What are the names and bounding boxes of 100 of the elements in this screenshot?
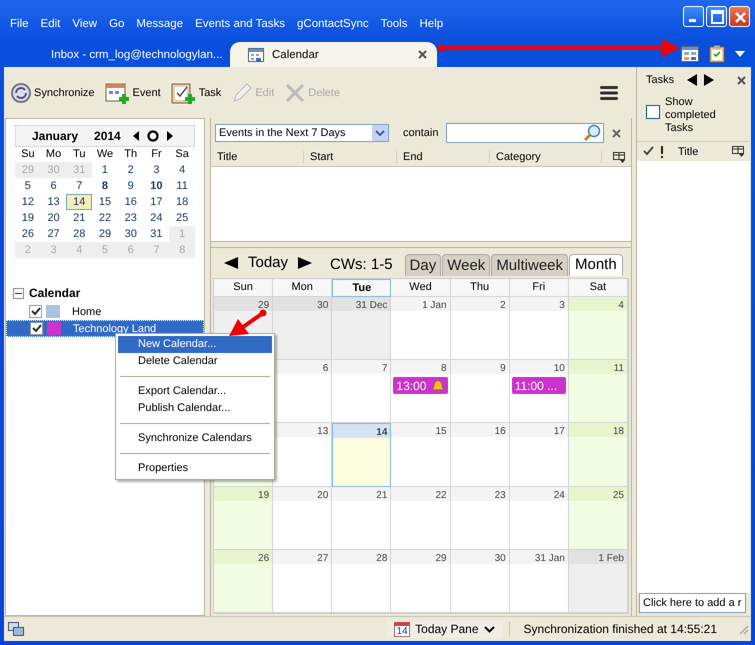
toolbar-button[interactable]: Event [102,80,164,104]
day-cell[interactable]: 24 [510,486,569,550]
day-cell[interactable]: 1 Jan [391,297,451,360]
collapse-icon[interactable] [13,288,24,298]
day-cell[interactable]: 28 [332,550,392,613]
minimize-button[interactable] [683,6,704,27]
today-button[interactable]: Today [244,254,292,271]
calendar-list-item[interactable]: Home [6,303,204,320]
day-cell[interactable]: 17 [510,423,569,487]
date-cell[interactable]: 13 [40,194,66,210]
day-cell[interactable]: 25 [568,486,628,550]
day-cell[interactable]: 19 [214,486,274,550]
column-header[interactable]: Category [490,151,602,163]
date-cell[interactable]: 15 [92,194,118,210]
date-cell[interactable]: 23 [118,210,144,226]
day-cell[interactable]: 30 [450,550,510,613]
calendar-icon[interactable] [681,46,699,62]
close-icon[interactable] [737,76,746,84]
day-cell[interactable]: 20 [273,486,332,550]
menu-item[interactable]: Message [130,18,190,30]
date-cell[interactable]: 20 [40,210,66,226]
day-cell[interactable]: 21 [332,486,392,550]
date-cell[interactable]: 6 [40,178,66,194]
previous-icon[interactable] [132,131,139,141]
date-cell[interactable]: 30 [118,226,144,242]
date-cell[interactable]: 26 [15,226,41,242]
next-icon[interactable] [704,74,714,86]
tab[interactable]: Calendar [230,42,437,67]
day-cell[interactable]: 1 Feb [568,550,628,613]
day-cell[interactable]: 27 [273,550,332,613]
priority-icon[interactable] [660,146,664,158]
event-chip[interactable]: 13:00 [393,377,448,394]
day-cell[interactable]: 23 [450,486,510,550]
day-cell[interactable]: 8 13:00 [391,360,451,424]
date-cell[interactable]: 8 [92,178,118,194]
month-label[interactable]: January [32,129,78,143]
day-cell[interactable]: 9 [450,360,510,424]
checkbox[interactable] [29,305,42,318]
date-cell[interactable]: 3 [144,162,170,178]
filter-dropdown[interactable]: Events in the Next 7 Days [215,124,389,142]
year-label[interactable]: 2014 [94,129,121,143]
menu-icon[interactable] [600,86,618,100]
day-cell[interactable]: 16 [450,423,510,487]
toolbar-button[interactable]: Task [168,80,224,104]
date-cell[interactable]: 19 [15,210,41,226]
menu-item[interactable]: New Calendar... [118,336,272,353]
checkbox[interactable] [30,322,43,335]
next-icon[interactable] [298,257,312,269]
menu-item[interactable]: Edit [34,18,66,30]
date-cell[interactable]: 27 [40,226,66,242]
day-cell[interactable]: 14 [332,423,392,487]
date-cell[interactable]: 9 [118,178,144,194]
date-cell[interactable]: 16 [118,194,144,210]
column-header[interactable]: Title [211,151,304,163]
date-cell[interactable]: 14 [66,194,92,210]
day-cell[interactable]: 18 [568,423,628,487]
view-tab[interactable]: Multiweek [491,254,568,276]
date-cell[interactable]: 28 [66,226,92,242]
day-cell[interactable]: 29 [391,550,451,613]
today-circle-icon[interactable] [146,130,159,142]
day-cell[interactable]: 26 [214,550,274,613]
column-header[interactable]: Title [678,146,698,158]
checkmark-icon[interactable] [642,146,654,157]
date-cell[interactable]: 11 [169,178,195,194]
column-picker-icon[interactable] [613,152,625,162]
date-cell[interactable]: 4 [169,162,195,178]
previous-icon[interactable] [224,257,238,269]
day-cell[interactable]: 11 [568,360,628,424]
menu-item[interactable]: Export Calendar... [118,383,272,400]
column-picker-icon[interactable] [732,146,744,157]
menu-item[interactable]: Go [103,18,130,30]
menu-item[interactable]: File [4,18,35,30]
date-cell[interactable]: 2 [118,162,144,178]
today-pane-button[interactable]: 14 Today Pane [386,620,503,638]
clear-icon[interactable] [612,128,622,138]
menu-item[interactable]: Events and Tasks [189,18,292,30]
date-cell[interactable]: 24 [144,210,170,226]
event-chip[interactable]: 11:00 ... [512,377,566,394]
menu-item[interactable]: Tools [374,18,414,30]
date-cell[interactable]: 12 [15,194,41,210]
view-tab[interactable]: Week [442,254,490,276]
menu-item[interactable]: Properties [118,460,272,477]
day-cell[interactable]: 31 Jan [510,550,569,613]
clipboard-icon[interactable] [709,45,725,63]
date-cell[interactable]: 21 [66,210,92,226]
date-cell[interactable]: 5 [15,178,41,194]
date-cell[interactable]: 22 [92,210,118,226]
day-cell[interactable]: 7 [332,360,392,424]
day-cell[interactable]: 22 [391,486,451,550]
maximize-button[interactable] [706,6,727,27]
date-cell[interactable]: 1 [92,162,118,178]
date-cell[interactable]: 7 [66,178,92,194]
dropdown-caret-icon[interactable] [735,51,745,57]
date-cell[interactable]: 18 [169,194,195,210]
close-icon[interactable] [418,50,427,59]
day-cell[interactable]: 30 [273,297,332,360]
view-tab[interactable]: Day [404,254,442,276]
tab[interactable]: Inbox - crm_log@technologylan... [25,42,227,67]
menu-item[interactable]: Help [414,18,450,30]
day-cell[interactable]: 10 11:00 ... [510,360,569,424]
